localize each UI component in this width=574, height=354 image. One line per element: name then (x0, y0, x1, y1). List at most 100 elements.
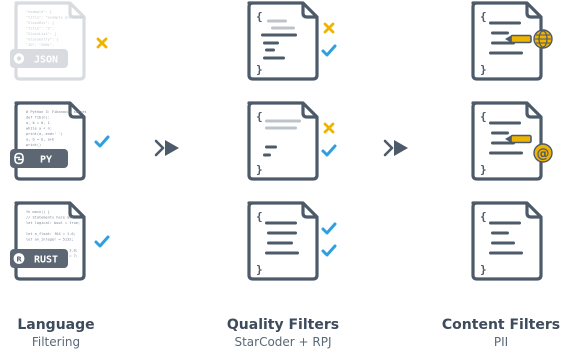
stage-title-language: Language (17, 317, 95, 333)
text-line (267, 19, 287, 23)
language-badge: PY (10, 149, 68, 168)
text-line (491, 31, 509, 35)
badge-label: RUST (34, 255, 58, 266)
check-icon (321, 222, 337, 235)
code-line: "title": "example glossary", (26, 16, 87, 20)
quality-file-2: {} (247, 101, 319, 181)
brace-close: } (256, 163, 263, 176)
pen-body (510, 134, 532, 144)
brace-close: } (256, 63, 263, 76)
stage-subtitle-content: PII (493, 335, 509, 349)
text-line (491, 231, 509, 235)
text-line (263, 56, 285, 60)
code-line: fn main() { (26, 210, 50, 214)
cross-icon (323, 22, 335, 34)
code-line: a, b = 0, 1 (26, 121, 50, 125)
text-line (261, 33, 297, 37)
badge-label: PY (40, 155, 52, 166)
stage-caption-quality: Quality Filters StarCoder + RPJ (198, 316, 368, 350)
text-line (265, 126, 297, 130)
text-line (489, 151, 523, 155)
text-line (265, 221, 297, 225)
cross-icon (96, 37, 108, 49)
stage-subtitle-language: Filtering (31, 335, 81, 349)
text-line (263, 41, 279, 45)
check-icon (321, 44, 337, 57)
language-badge: JSON (10, 49, 68, 68)
text-line (265, 251, 299, 255)
text-line (271, 26, 295, 30)
check-icon (94, 235, 110, 248)
text-line (267, 241, 293, 245)
brace-close: } (256, 263, 263, 276)
brace-open: { (480, 210, 487, 223)
code-line: "ID": "SGML", (26, 43, 54, 47)
text-line (489, 251, 523, 255)
language-badge: R RUST (10, 249, 68, 268)
text-line (265, 48, 275, 52)
code-line: a, b = b, a+b (26, 138, 54, 142)
text-line (265, 119, 301, 123)
language-file-py: # Python 3: Fibonacci seriesdef fib(n): … (10, 101, 87, 181)
rust-icon-letter: R (16, 255, 22, 263)
quality-file-1: {} (247, 1, 319, 81)
flow-arrow-1-icon (154, 139, 179, 157)
code-line: def fib(n): (26, 116, 50, 120)
badge-label: JSON (34, 55, 58, 66)
arrow-head (165, 140, 179, 156)
language-file-json: "example": { "title": "example glossary"… (10, 1, 87, 81)
code-line: "title": "S", (26, 27, 54, 31)
flow-arrow-2-icon (383, 139, 408, 157)
pen-body (510, 34, 532, 44)
text-line (489, 51, 523, 55)
text-line (489, 121, 521, 125)
text-line (265, 145, 277, 149)
code-line: # Python 3: Fibonacci series (26, 110, 87, 114)
text-line (267, 231, 297, 235)
brace-open: { (256, 110, 263, 123)
brace-close: } (480, 63, 487, 76)
text-line (489, 221, 521, 225)
code-line: let a_float: f64 = 1.0; (26, 232, 76, 236)
quality-file-3: {} (247, 201, 319, 281)
brace-open: { (480, 110, 487, 123)
pipeline-diagram: "example": { "title": "example glossary"… (10, 1, 553, 281)
code-line: print() (26, 143, 41, 147)
cross-icon (323, 122, 335, 134)
code-line: print(a, end=' ') (26, 132, 63, 136)
code-line: "GlossDiv": { (26, 21, 54, 25)
brace-open: { (256, 10, 263, 23)
content-file-1: {} (471, 1, 553, 81)
arrow-chevron (383, 139, 394, 157)
check-icon (321, 144, 337, 157)
stage-subtitle-quality: StarCoder + RPJ (234, 335, 332, 349)
code-line: "GlossEntry": { (26, 38, 58, 42)
text-line (489, 21, 521, 25)
stage-caption-language: Language Filtering (0, 316, 112, 350)
json-icon (13, 53, 25, 64)
text-line (491, 131, 509, 135)
language-file-rust: fn main() { // Statements here are let l… (10, 201, 86, 281)
brace-open: { (256, 210, 263, 223)
check-icon (321, 244, 337, 257)
brace-close: } (480, 263, 487, 276)
code-line: while a < n: (26, 127, 52, 131)
stage-caption-content: Content Filters PII (428, 316, 574, 350)
rust-icon: R (13, 253, 25, 264)
at-sign-glyph: @ (537, 147, 550, 162)
content-file-3: {} (471, 201, 543, 281)
brace-open: { (480, 10, 487, 23)
at-sign-icon: @ (533, 143, 553, 163)
code-line: "GlossList": { (26, 32, 56, 36)
stage-title-content: Content Filters (441, 317, 561, 333)
text-line (491, 241, 515, 245)
code-line: let logical: bool = true; (26, 221, 80, 225)
brace-close: } (480, 163, 487, 176)
check-icon (94, 135, 110, 148)
arrow-chevron (154, 139, 165, 157)
content-file-2: {} @ (471, 101, 553, 181)
json-icon-core (16, 56, 22, 61)
code-line: "example": { (26, 10, 52, 14)
stage-title-quality: Quality Filters (226, 317, 340, 333)
arrow-head (394, 140, 408, 156)
